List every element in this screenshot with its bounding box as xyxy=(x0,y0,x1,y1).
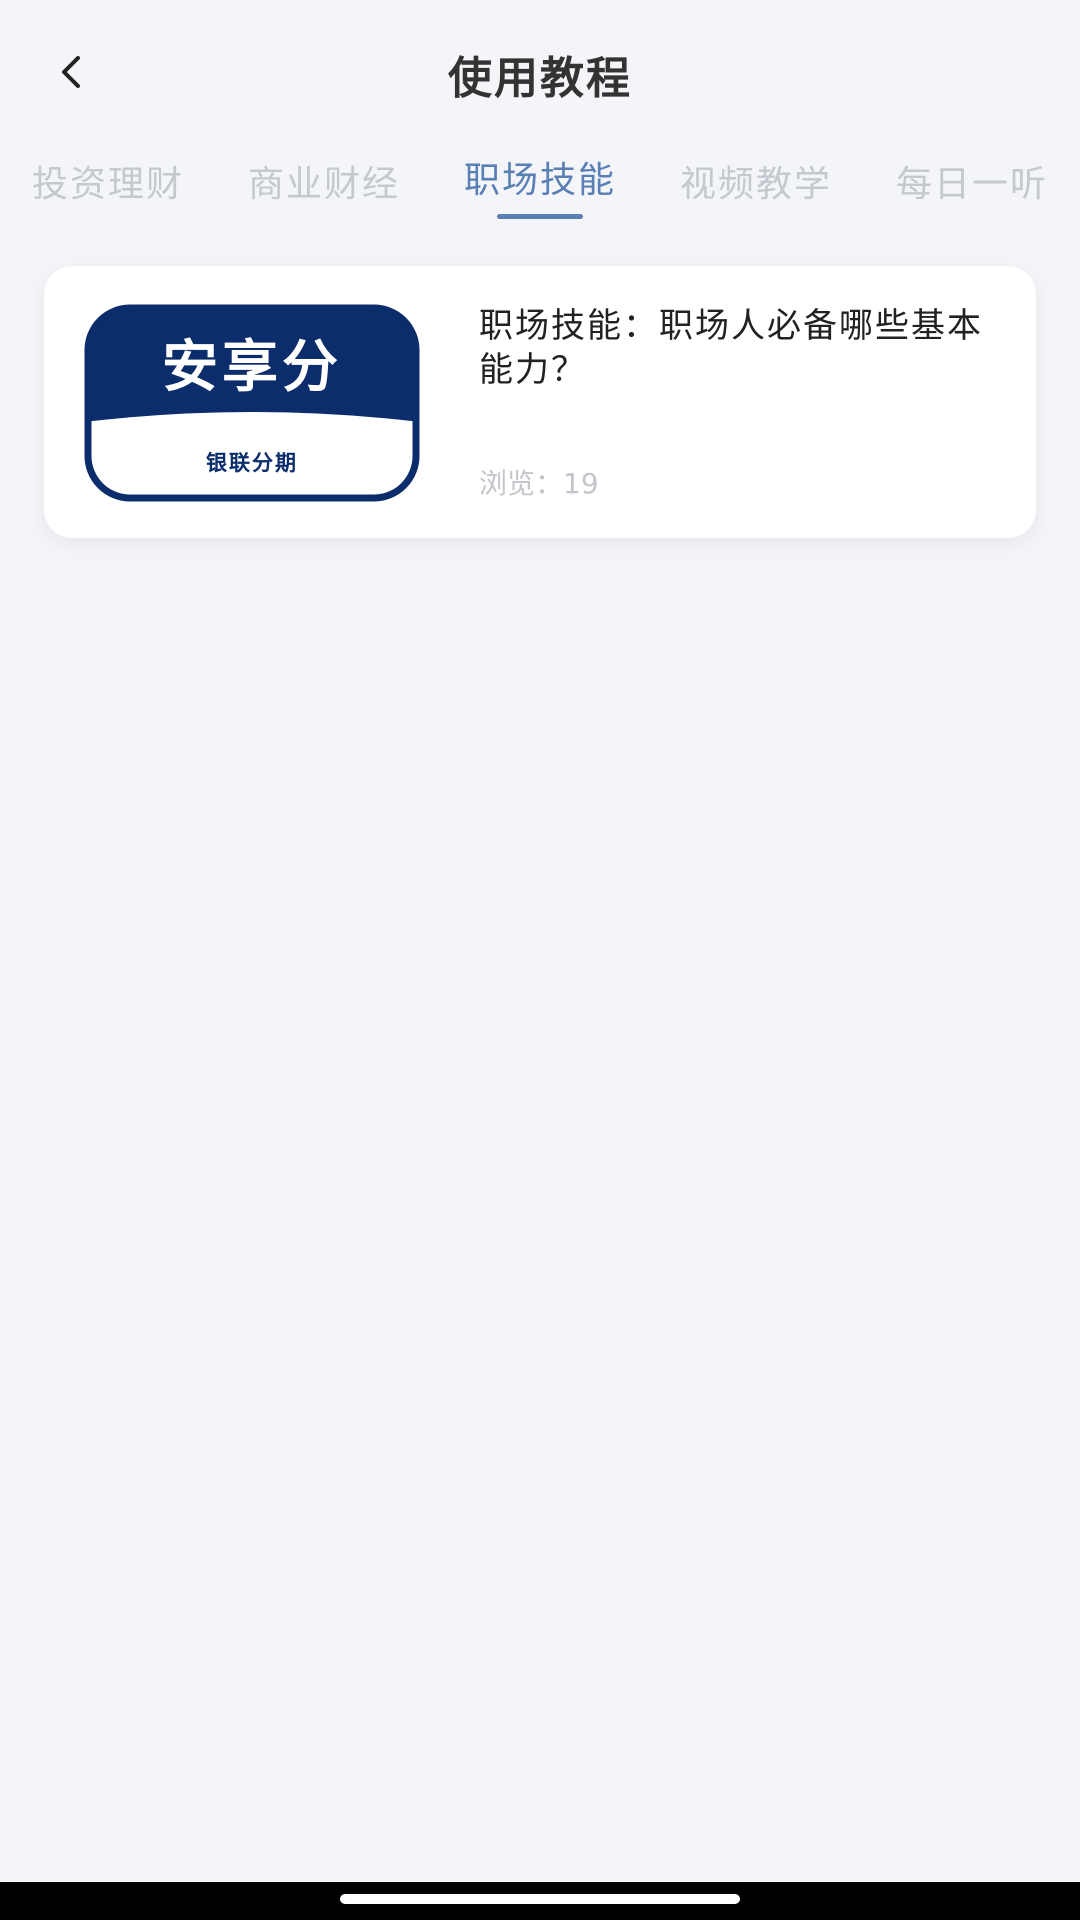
tab-workplace-skills[interactable]: 职场技能 xyxy=(440,151,640,203)
category-tabs: 投资理财 商业财经 职场技能 视频教学 每日一听 xyxy=(0,155,1080,230)
home-indicator[interactable] xyxy=(340,1894,740,1904)
thumbnail-subtitle-text: 银联分期 xyxy=(206,451,298,475)
tab-investment[interactable]: 投资理财 xyxy=(8,155,208,207)
page-title: 使用教程 xyxy=(448,53,632,104)
article-title: 职场技能：职场人必备哪些基本能力？ xyxy=(479,306,983,390)
system-navigation-bar xyxy=(0,1882,1080,1920)
tab-daily-listen[interactable]: 每日一听 xyxy=(872,155,1072,207)
thumbnail-brand-text: 安享分 xyxy=(162,335,342,400)
views-count: 19 xyxy=(563,467,599,500)
article-card[interactable]: 安享分 银联分期 职场技能：职场人必备哪些基本能力？ 浏览：19 xyxy=(44,266,1036,538)
tab-video-teaching[interactable]: 视频教学 xyxy=(656,155,856,207)
article-views: 浏览：19 xyxy=(479,462,599,502)
views-label: 浏览： xyxy=(479,467,564,500)
tutorial-screen: 使用教程 投资理财 商业财经 职场技能 视频教学 每日一听 安享分 银联分期 职… xyxy=(0,0,1080,1920)
tab-business[interactable]: 商业财经 xyxy=(224,155,424,207)
active-tab-indicator xyxy=(497,214,583,219)
article-thumbnail: 安享分 银联分期 xyxy=(84,304,420,502)
header: 使用教程 xyxy=(0,0,1080,140)
